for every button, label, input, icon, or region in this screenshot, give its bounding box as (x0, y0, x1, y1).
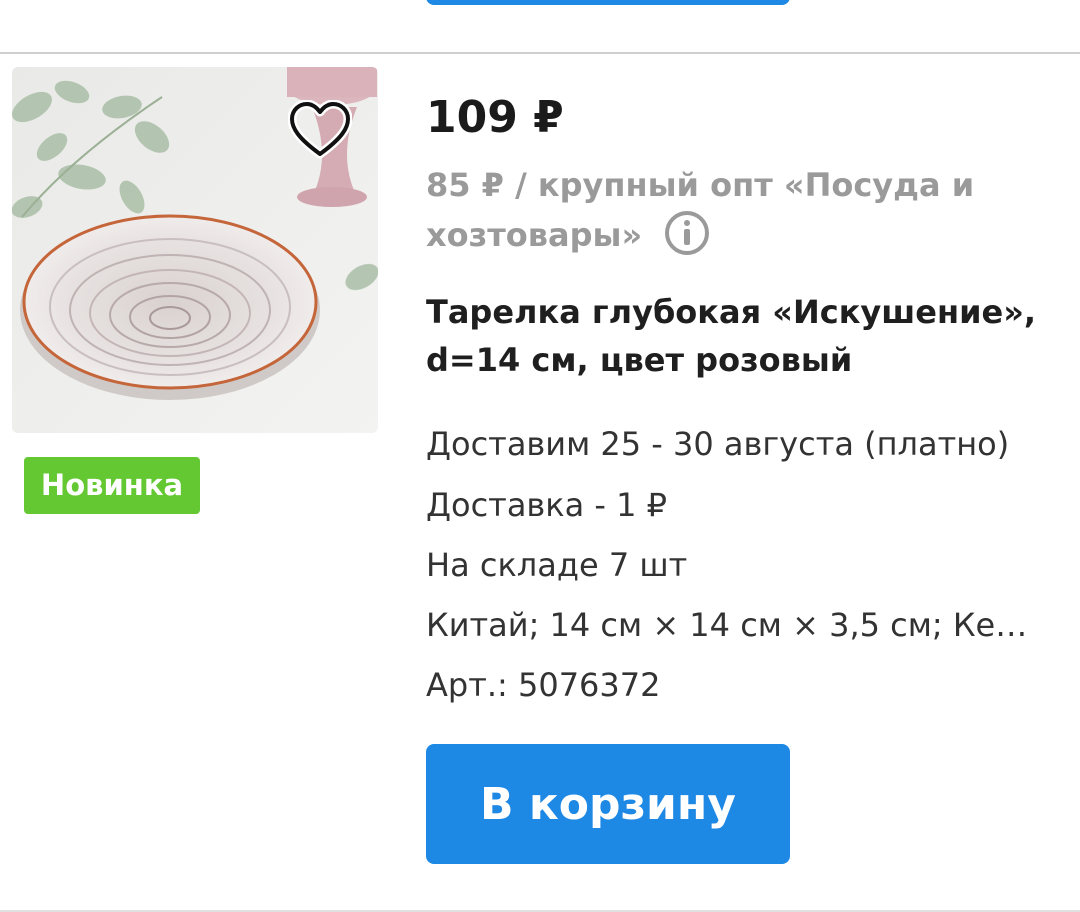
wholesale-price: 85 ₽ / крупный опт «Посуда и хозтовары» (426, 160, 1046, 261)
info-circle-icon[interactable] (663, 209, 711, 257)
favorite-button[interactable] (287, 99, 353, 160)
previous-cart-button[interactable] (426, 0, 790, 5)
delivery-cost: Доставка - 1 ₽ (426, 486, 667, 524)
new-badge: Новинка (24, 457, 200, 514)
delivery-date: Доставим 25 - 30 августа (платно) (426, 425, 1010, 463)
add-to-cart-button[interactable]: В корзину (426, 744, 790, 864)
article-number: Арт.: 5076372 (426, 666, 661, 704)
product-title[interactable]: Тарелка глубокая «Искушение», d=14 см, ц… (426, 288, 1056, 384)
product-list-screen: Новинка 109 ₽ 85 ₽ / крупный опт «Посуда… (0, 0, 1080, 912)
product-specs: Китай; 14 см × 14 см × 3,5 см; Керамика (426, 606, 1036, 644)
product-price: 109 ₽ (426, 92, 564, 143)
heart-outline-icon (287, 99, 353, 159)
stock-info: На складе 7 шт (426, 546, 688, 584)
divider (0, 52, 1080, 54)
